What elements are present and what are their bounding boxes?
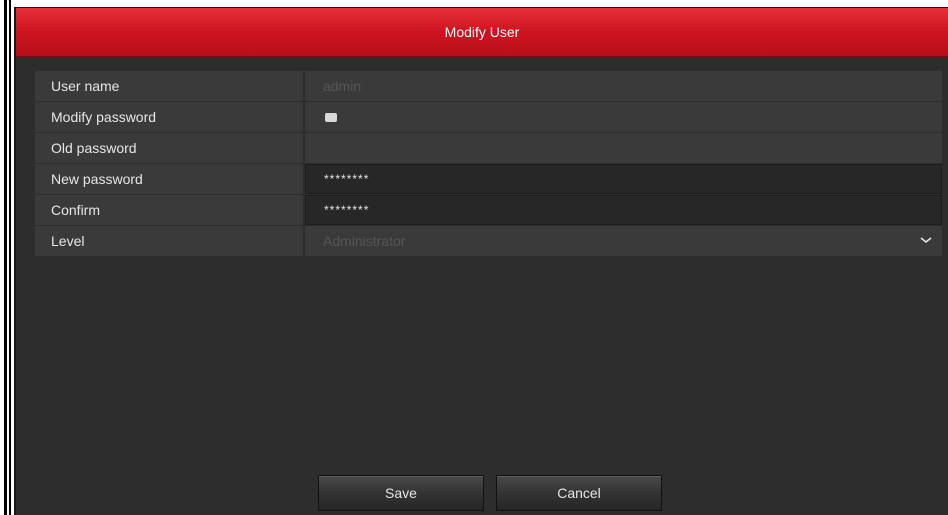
confirm-password-value: ******** — [324, 203, 370, 217]
modify-password-cell — [305, 102, 942, 132]
level-row: Level Administrator — [35, 226, 942, 256]
user-name-field[interactable]: admin — [305, 71, 942, 101]
user-name-row: User name admin — [35, 71, 942, 101]
level-value: Administrator — [323, 233, 406, 249]
window-frame-line — [4, 0, 7, 515]
confirm-row: Confirm ******** — [35, 195, 942, 225]
confirm-password-field[interactable]: ******** — [305, 195, 942, 225]
confirm-label: Confirm — [35, 195, 305, 225]
old-password-label: Old password — [35, 133, 305, 163]
cancel-button[interactable]: Cancel — [496, 475, 662, 511]
user-name-label: User name — [35, 71, 305, 101]
level-label: Level — [35, 226, 305, 256]
old-password-field[interactable] — [305, 133, 942, 163]
new-password-value: ******** — [324, 172, 370, 186]
user-name-value: admin — [323, 78, 362, 94]
chevron-down-icon — [920, 237, 932, 244]
dialog-title-bar: Modify User — [16, 8, 948, 57]
new-password-row: New password ******** — [35, 164, 942, 194]
new-password-label: New password — [35, 164, 305, 194]
dialog-title: Modify User — [444, 24, 520, 40]
modify-password-row: Modify password — [35, 102, 942, 132]
new-password-field[interactable]: ******** — [305, 164, 942, 194]
modify-password-checkbox[interactable] — [325, 112, 337, 122]
modify-password-label: Modify password — [35, 102, 305, 132]
window-frame-line — [9, 0, 11, 515]
modify-user-dialog: Modify User User name admin Modify passw… — [14, 7, 948, 515]
level-select[interactable]: Administrator — [305, 226, 942, 256]
user-form: User name admin Modify password Old pass… — [35, 71, 942, 257]
save-button[interactable]: Save — [318, 475, 484, 511]
old-password-row: Old password — [35, 133, 942, 163]
